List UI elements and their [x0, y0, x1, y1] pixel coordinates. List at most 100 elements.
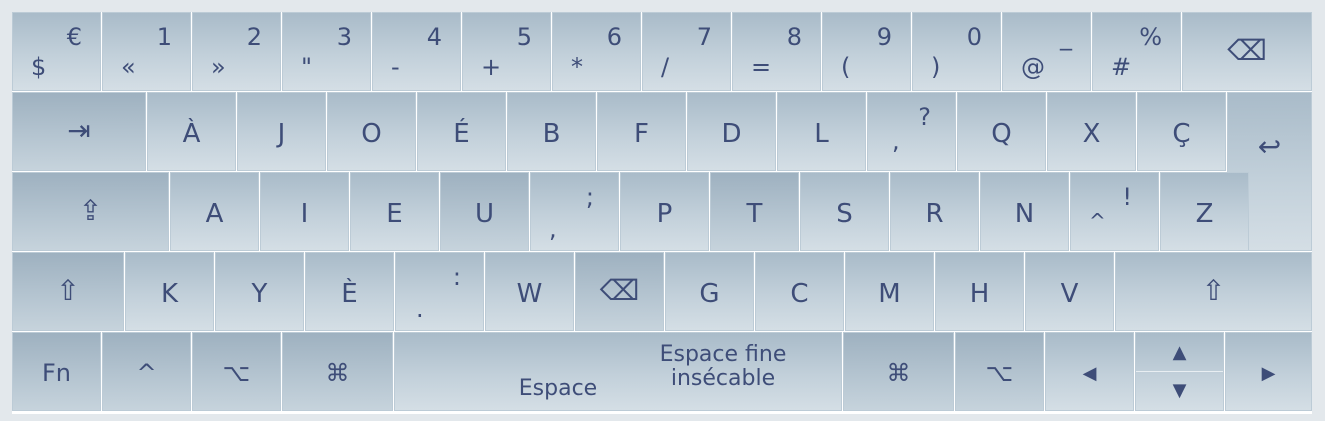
arrow-up-key[interactable]: ▲	[1136, 333, 1223, 372]
key-dollar[interactable]: € $	[12, 12, 101, 91]
key-top-label: 3	[336, 23, 352, 51]
option-right-key[interactable]: ⌥	[955, 332, 1044, 411]
key-period[interactable]: : .	[395, 252, 484, 331]
key-j[interactable]: J	[237, 92, 326, 171]
key-label: S	[836, 199, 853, 229]
key-d[interactable]: D	[687, 92, 776, 171]
tab-icon: ⇥	[67, 114, 91, 147]
key-label: E	[386, 199, 403, 229]
key-label: H	[969, 279, 990, 309]
option-icon: ⌥	[985, 359, 1014, 387]
shift-left-key[interactable]: ⇧	[12, 252, 124, 331]
key-exclamation[interactable]: ! ^	[1070, 172, 1159, 251]
key-o[interactable]: O	[327, 92, 416, 171]
key-bottom-label: =	[751, 53, 772, 81]
key-bottom-label: ,	[892, 127, 900, 155]
key-e[interactable]: E	[350, 172, 439, 251]
key-9[interactable]: 9 (	[822, 12, 911, 91]
key-1[interactable]: 1 «	[102, 12, 191, 91]
key-bottom-label: (	[841, 53, 851, 81]
keyboard-row-5: Fn ^ ⌥ ⌘ Espace Espace fine insécable ⌘ …	[12, 332, 1312, 412]
key-c[interactable]: C	[755, 252, 844, 331]
backspace-icon: ⌫	[599, 274, 640, 307]
key-at[interactable]: _ @	[1002, 12, 1091, 91]
tab-key[interactable]: ⇥	[12, 92, 146, 171]
key-f[interactable]: F	[597, 92, 686, 171]
key-z[interactable]: Z	[1160, 172, 1249, 251]
arrow-down-icon: ▼	[1172, 380, 1187, 401]
key-p[interactable]: P	[620, 172, 709, 251]
key-u[interactable]: U	[440, 172, 529, 251]
option-icon: ⌥	[222, 359, 251, 387]
key-i[interactable]: I	[260, 172, 349, 251]
key-4[interactable]: 4 -	[372, 12, 461, 91]
key-bottom-label: ^	[1089, 209, 1106, 233]
arrow-left-key[interactable]: ◀	[1045, 332, 1134, 411]
key-label: U	[474, 199, 495, 229]
key-v[interactable]: V	[1025, 252, 1114, 331]
key-3[interactable]: 3 "	[282, 12, 371, 91]
key-q[interactable]: Q	[957, 92, 1046, 171]
arrow-right-key[interactable]: ▶	[1225, 332, 1312, 411]
key-m[interactable]: M	[845, 252, 934, 331]
option-left-key[interactable]: ⌥	[192, 332, 281, 411]
key-w[interactable]: W	[485, 252, 574, 331]
key-7[interactable]: 7 /	[642, 12, 731, 91]
key-2[interactable]: 2 »	[192, 12, 281, 91]
key-label: T	[746, 199, 763, 229]
key-label: P	[656, 199, 673, 229]
key-y[interactable]: Y	[215, 252, 304, 331]
nbsp-label-line1: Espace fine	[659, 342, 787, 367]
key-h[interactable]: H	[935, 252, 1024, 331]
key-6[interactable]: 6 *	[552, 12, 641, 91]
command-right-key[interactable]: ⌘	[843, 332, 954, 411]
control-key[interactable]: ^	[102, 332, 191, 411]
command-icon: ⌘	[325, 359, 350, 387]
key-comma[interactable]: ? ,	[867, 92, 956, 171]
key-g[interactable]: G	[665, 252, 754, 331]
key-l[interactable]: L	[777, 92, 866, 171]
key-8[interactable]: 8 =	[732, 12, 821, 91]
enter-icon: ↩	[1257, 130, 1282, 163]
key-top-label: ?	[918, 103, 931, 131]
control-icon: ^	[136, 359, 157, 387]
key-top-label: 0	[966, 23, 982, 51]
keyboard-row-2: ⇥ À J O É B F D L ? , Q X Ç ↩	[12, 92, 1312, 251]
key-a[interactable]: A	[170, 172, 259, 251]
key-semicolon[interactable]: ; ,	[530, 172, 619, 251]
key-label: N	[1014, 199, 1035, 229]
key-bottom-label: +	[481, 53, 502, 81]
fn-key[interactable]: Fn	[12, 332, 101, 411]
arrow-down-key[interactable]: ▼	[1136, 372, 1223, 411]
key-e-acute[interactable]: É	[417, 92, 506, 171]
key-label: É	[453, 119, 470, 149]
key-b[interactable]: B	[507, 92, 596, 171]
key-label: Y	[251, 279, 268, 309]
key-n[interactable]: N	[980, 172, 1069, 251]
key-label: I	[300, 199, 309, 229]
key-s[interactable]: S	[800, 172, 889, 251]
shift-right-key[interactable]: ⇧	[1115, 252, 1312, 331]
key-k[interactable]: K	[125, 252, 214, 331]
key-hash[interactable]: % #	[1092, 12, 1181, 91]
key-5[interactable]: 5 +	[462, 12, 551, 91]
key-bottom-label: »	[211, 53, 226, 81]
command-left-key[interactable]: ⌘	[282, 332, 393, 411]
key-e-grave[interactable]: È	[305, 252, 394, 331]
key-r[interactable]: R	[890, 172, 979, 251]
key-t[interactable]: T	[710, 172, 799, 251]
key-bottom-label: @	[1021, 53, 1045, 81]
key-bottom-label: )	[931, 53, 941, 81]
key-top-label: ;	[585, 183, 594, 211]
key-x[interactable]: X	[1047, 92, 1136, 171]
key-label: V	[1060, 279, 1079, 309]
key-c-cedilla[interactable]: Ç	[1137, 92, 1226, 171]
spacebar[interactable]: Espace Espace fine insécable	[394, 332, 842, 411]
key-top-label: 8	[786, 23, 802, 51]
arrow-right-icon: ▶	[1261, 363, 1276, 384]
backspace-key[interactable]: ⌫	[1182, 12, 1312, 91]
backspace-key-secondary[interactable]: ⌫	[575, 252, 664, 331]
key-0[interactable]: 0 )	[912, 12, 1001, 91]
capslock-key[interactable]: ⇪	[12, 172, 169, 251]
key-a-grave[interactable]: À	[147, 92, 236, 171]
